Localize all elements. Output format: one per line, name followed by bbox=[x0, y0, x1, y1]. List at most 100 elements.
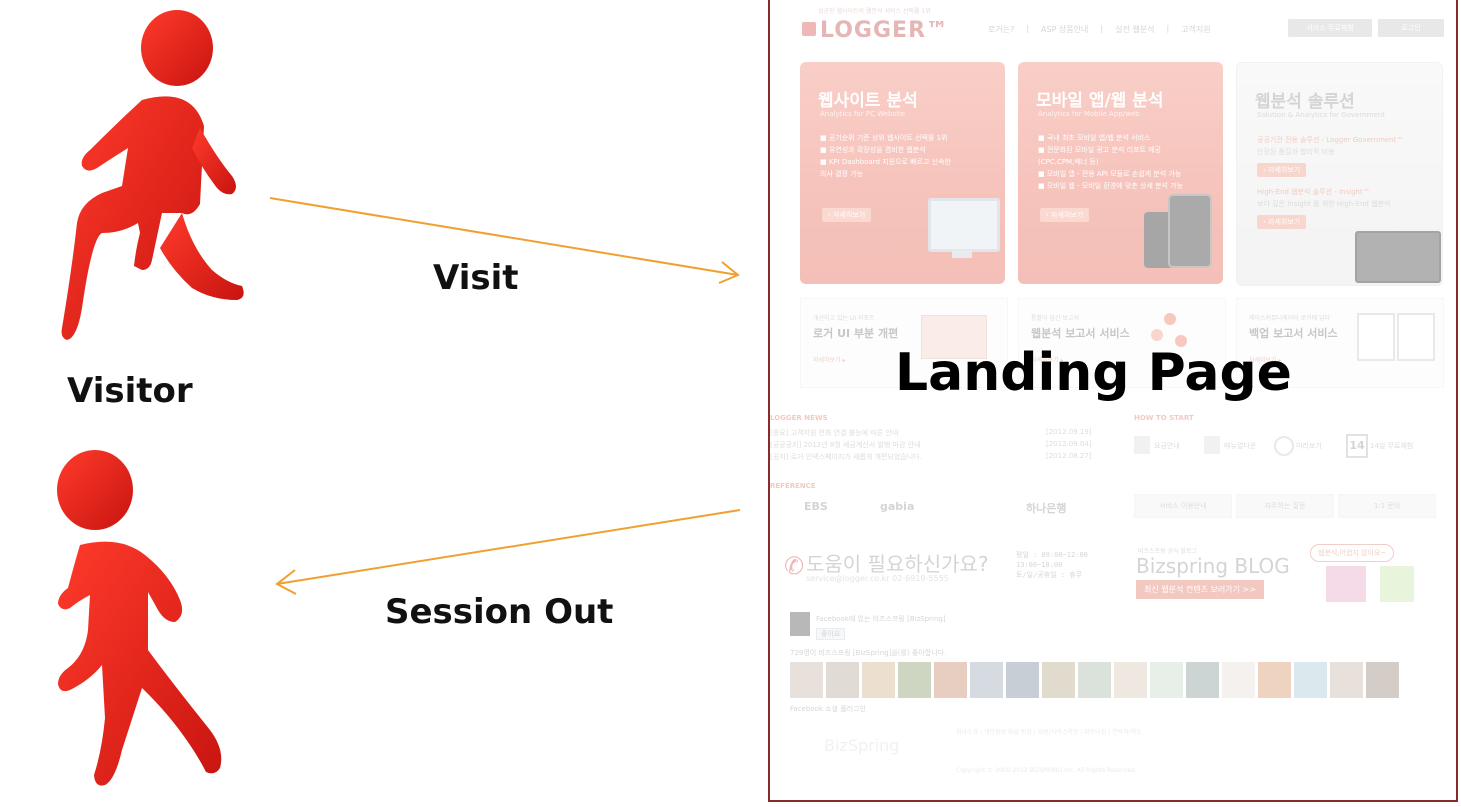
manual-icon bbox=[1204, 436, 1220, 454]
service-title: 백업 보고서 서비스 bbox=[1249, 327, 1338, 340]
bizspring-fb-icon bbox=[790, 612, 810, 636]
howto-item[interactable]: 요금안내 bbox=[1154, 441, 1180, 451]
list-item: ■ 공기순위 기준 상위 웹사이트 선택률 1위 bbox=[820, 134, 948, 142]
news-date: [2012.09.19] bbox=[1046, 428, 1092, 436]
document-icon bbox=[1397, 313, 1435, 361]
fan-thumbnail bbox=[1366, 662, 1399, 698]
fan-thumbnail bbox=[1006, 662, 1039, 698]
card-list: ■ 공기순위 기준 상위 웹사이트 선택률 1위 ■ 유연성과 확장성을 겸비한… bbox=[820, 132, 1000, 180]
more-button[interactable]: › 자세히보기 bbox=[1257, 163, 1307, 177]
logger-logo: LOGGER™ bbox=[820, 18, 950, 43]
howto-heading: HOW TO START bbox=[1134, 414, 1194, 422]
document-icon bbox=[1357, 313, 1395, 361]
service-link[interactable]: 자세히보기 ▸ bbox=[813, 355, 846, 364]
nav-practice[interactable]: 실전 웹분석 bbox=[1115, 24, 1154, 35]
nav-support[interactable]: 고객지원 bbox=[1181, 24, 1210, 35]
faq-button[interactable]: 자주하는 질문 bbox=[1236, 494, 1334, 518]
list-item: (CPC,CPM,배너 등) bbox=[1038, 158, 1099, 166]
fan-thumbnail bbox=[1042, 662, 1075, 698]
fan-thumbnail bbox=[1078, 662, 1111, 698]
fan-thumbnail bbox=[1258, 662, 1291, 698]
blog-bubble: 웹분석,어렵지 않아요~ bbox=[1310, 544, 1395, 562]
service-small: 개선되고 있는 UI 리포트 bbox=[813, 315, 875, 322]
login-button[interactable]: 로그인 bbox=[1378, 19, 1444, 37]
pricing-icon bbox=[1134, 436, 1150, 454]
laptop-icon bbox=[1355, 231, 1441, 283]
bizspring-footer-logo: BizSpring bbox=[824, 736, 900, 755]
card-subtitle: Analytics for PC Website bbox=[820, 110, 906, 118]
fan-thumbnail bbox=[970, 662, 1003, 698]
list-item: ■ 국내 최초 모바일 앱/웹 분석 서비스 bbox=[1038, 134, 1151, 142]
nav-asp[interactable]: ASP 상품안내 bbox=[1041, 24, 1088, 35]
fan-thumbnail bbox=[1222, 662, 1255, 698]
card-title: 웹사이트 분석 bbox=[818, 91, 918, 111]
ebs-logo: EBS bbox=[804, 500, 828, 513]
news-heading: LOGGER NEWS bbox=[770, 414, 828, 422]
inquiry-button[interactable]: 1:1 문의 bbox=[1338, 494, 1436, 518]
card-mobile-analytics[interactable]: 모바일 앱/웹 분석 Analytics for Mobile App/web … bbox=[1018, 62, 1223, 284]
logger-logo-icon bbox=[802, 22, 816, 36]
howto-item[interactable]: 14일 무료체험 bbox=[1370, 441, 1413, 451]
blog-mascot-icon bbox=[1380, 566, 1414, 602]
list-item: 의사 결정 가능 bbox=[820, 170, 864, 178]
blog-mascot-icon bbox=[1326, 566, 1366, 602]
preview-search-icon bbox=[1274, 436, 1294, 456]
session-out-arrow bbox=[276, 509, 741, 585]
service-guide-button[interactable]: 서비스 이용안내 bbox=[1134, 494, 1232, 518]
footer-copyright: Copyright © 2000-2012 BIZSPRING Inc. All… bbox=[956, 767, 1137, 774]
gabia-logo: gabia bbox=[880, 500, 915, 513]
list-item: ■ 모바일 웹 - 모바일 환경에 맞춘 상세 분석 가능 bbox=[1038, 182, 1184, 190]
list-item: ■ 모바일 앱 - 전용 API 모듈로 손쉽게 분석 가능 bbox=[1038, 170, 1182, 178]
news-item[interactable]: [공지] 로거 인덱스페이지가 새롭게 개편되었습니다. bbox=[770, 452, 922, 462]
reference-heading: REFERENCE bbox=[770, 482, 816, 490]
blog-title: Bizspring BLOG bbox=[1136, 554, 1290, 578]
landing-nav: 로거는? | ASP 상품안내 | 실전 웹분석 | 고객지원 bbox=[988, 24, 1211, 35]
card-solution[interactable]: 웹분석 솔루션 Solution & Analytics for Governm… bbox=[1236, 62, 1443, 286]
help-contact: service@logger.co.kr 02-6919-5555 bbox=[806, 574, 949, 583]
card-subtitle: Solution & Analytics for Government bbox=[1257, 111, 1385, 119]
news-item[interactable]: [공공공지] 2012년 8월 세금계산서 발행 마감 안내 bbox=[770, 440, 921, 450]
visit-label: Visit bbox=[433, 258, 519, 298]
landing-page-label: Landing Page bbox=[895, 343, 1292, 403]
fan-thumbnail bbox=[934, 662, 967, 698]
hours-line: 토/일/공휴일 : 휴무 bbox=[1016, 571, 1083, 579]
more-button[interactable]: › 자세히보기 bbox=[1257, 215, 1307, 229]
solution-line: High-End 웹분석 솔루션 - Insight™ bbox=[1257, 188, 1370, 196]
solution-text: 안정된 품질과 합리적 비용 bbox=[1257, 148, 1335, 156]
calendar-icon: 14 bbox=[1346, 434, 1368, 458]
like-button[interactable]: 좋아요 bbox=[816, 628, 846, 640]
news-date: [2012.09.04] bbox=[1046, 440, 1092, 448]
list-item: ■ 유연성과 확장성을 겸비한 웹분석 bbox=[820, 146, 926, 154]
fb-plugin-line: Facebook 소셜 플러그인 bbox=[790, 705, 866, 713]
howto-item[interactable]: 매뉴얼다운 bbox=[1224, 441, 1256, 451]
howto-item[interactable]: 미리보기 bbox=[1296, 441, 1322, 451]
solution-line: 공공기관 전용 솔루션 - Logger Government™ bbox=[1257, 136, 1404, 144]
news-item[interactable]: [중요] 고객지원 전화 연결 불능에 따른 안내 bbox=[770, 428, 898, 438]
footer-links[interactable]: 회사소개 | 개인정보 취급 방침 | 회원/서비스약관 | 파트너십 | 연락… bbox=[956, 728, 1142, 738]
nav-about[interactable]: 로거는? bbox=[988, 24, 1014, 35]
blog-button[interactable]: 최신 웹분석 컨텐츠 보러가기 >> bbox=[1136, 580, 1264, 599]
more-button[interactable]: › 자세히보기 bbox=[1040, 208, 1090, 222]
card-website-analytics[interactable]: 웹사이트 분석 Analytics for PC Website ■ 공기순위 … bbox=[800, 62, 1005, 284]
card-list: ■ 국내 최초 모바일 앱/웹 분석 서비스 ■ 전문화된 모바일 광고 분석 … bbox=[1038, 132, 1223, 192]
more-button[interactable]: › 자세히보기 bbox=[822, 208, 872, 222]
phone-handset-icon: ✆ bbox=[784, 552, 805, 580]
list-item: ■ 전문화된 모바일 광고 분석 리포트 제공 bbox=[1038, 146, 1162, 154]
fan-thumbnail bbox=[862, 662, 895, 698]
fan-thumbnail bbox=[898, 662, 931, 698]
card-title: 모바일 앱/웹 분석 bbox=[1036, 91, 1164, 111]
free-trial-button[interactable]: 서비스 무료체험 bbox=[1288, 19, 1372, 37]
service-small: 레이스커뮤니케이터 로거에 담다 bbox=[1249, 315, 1331, 322]
nav-divider: | bbox=[1166, 24, 1170, 33]
service-title: 웹분석 보고서 서비스 bbox=[1031, 327, 1130, 340]
fan-thumbnail bbox=[1330, 662, 1363, 698]
fan-thumbnail bbox=[1114, 662, 1147, 698]
facebook-line: Facebook에 있는 비즈스프링 [BizSpring] bbox=[816, 615, 946, 623]
help-title: 도움이 필요하신가요? bbox=[806, 552, 989, 576]
fan-thumbnail bbox=[826, 662, 859, 698]
nav-divider: | bbox=[1026, 24, 1030, 33]
fan-thumbnail bbox=[1294, 662, 1327, 698]
help-hours: 평일 : 09:00~12:00 13:00~18:00 토/일/공휴일 : 휴… bbox=[1016, 550, 1088, 580]
monitor-icon bbox=[928, 198, 1000, 252]
fan-thumbnail bbox=[1186, 662, 1219, 698]
